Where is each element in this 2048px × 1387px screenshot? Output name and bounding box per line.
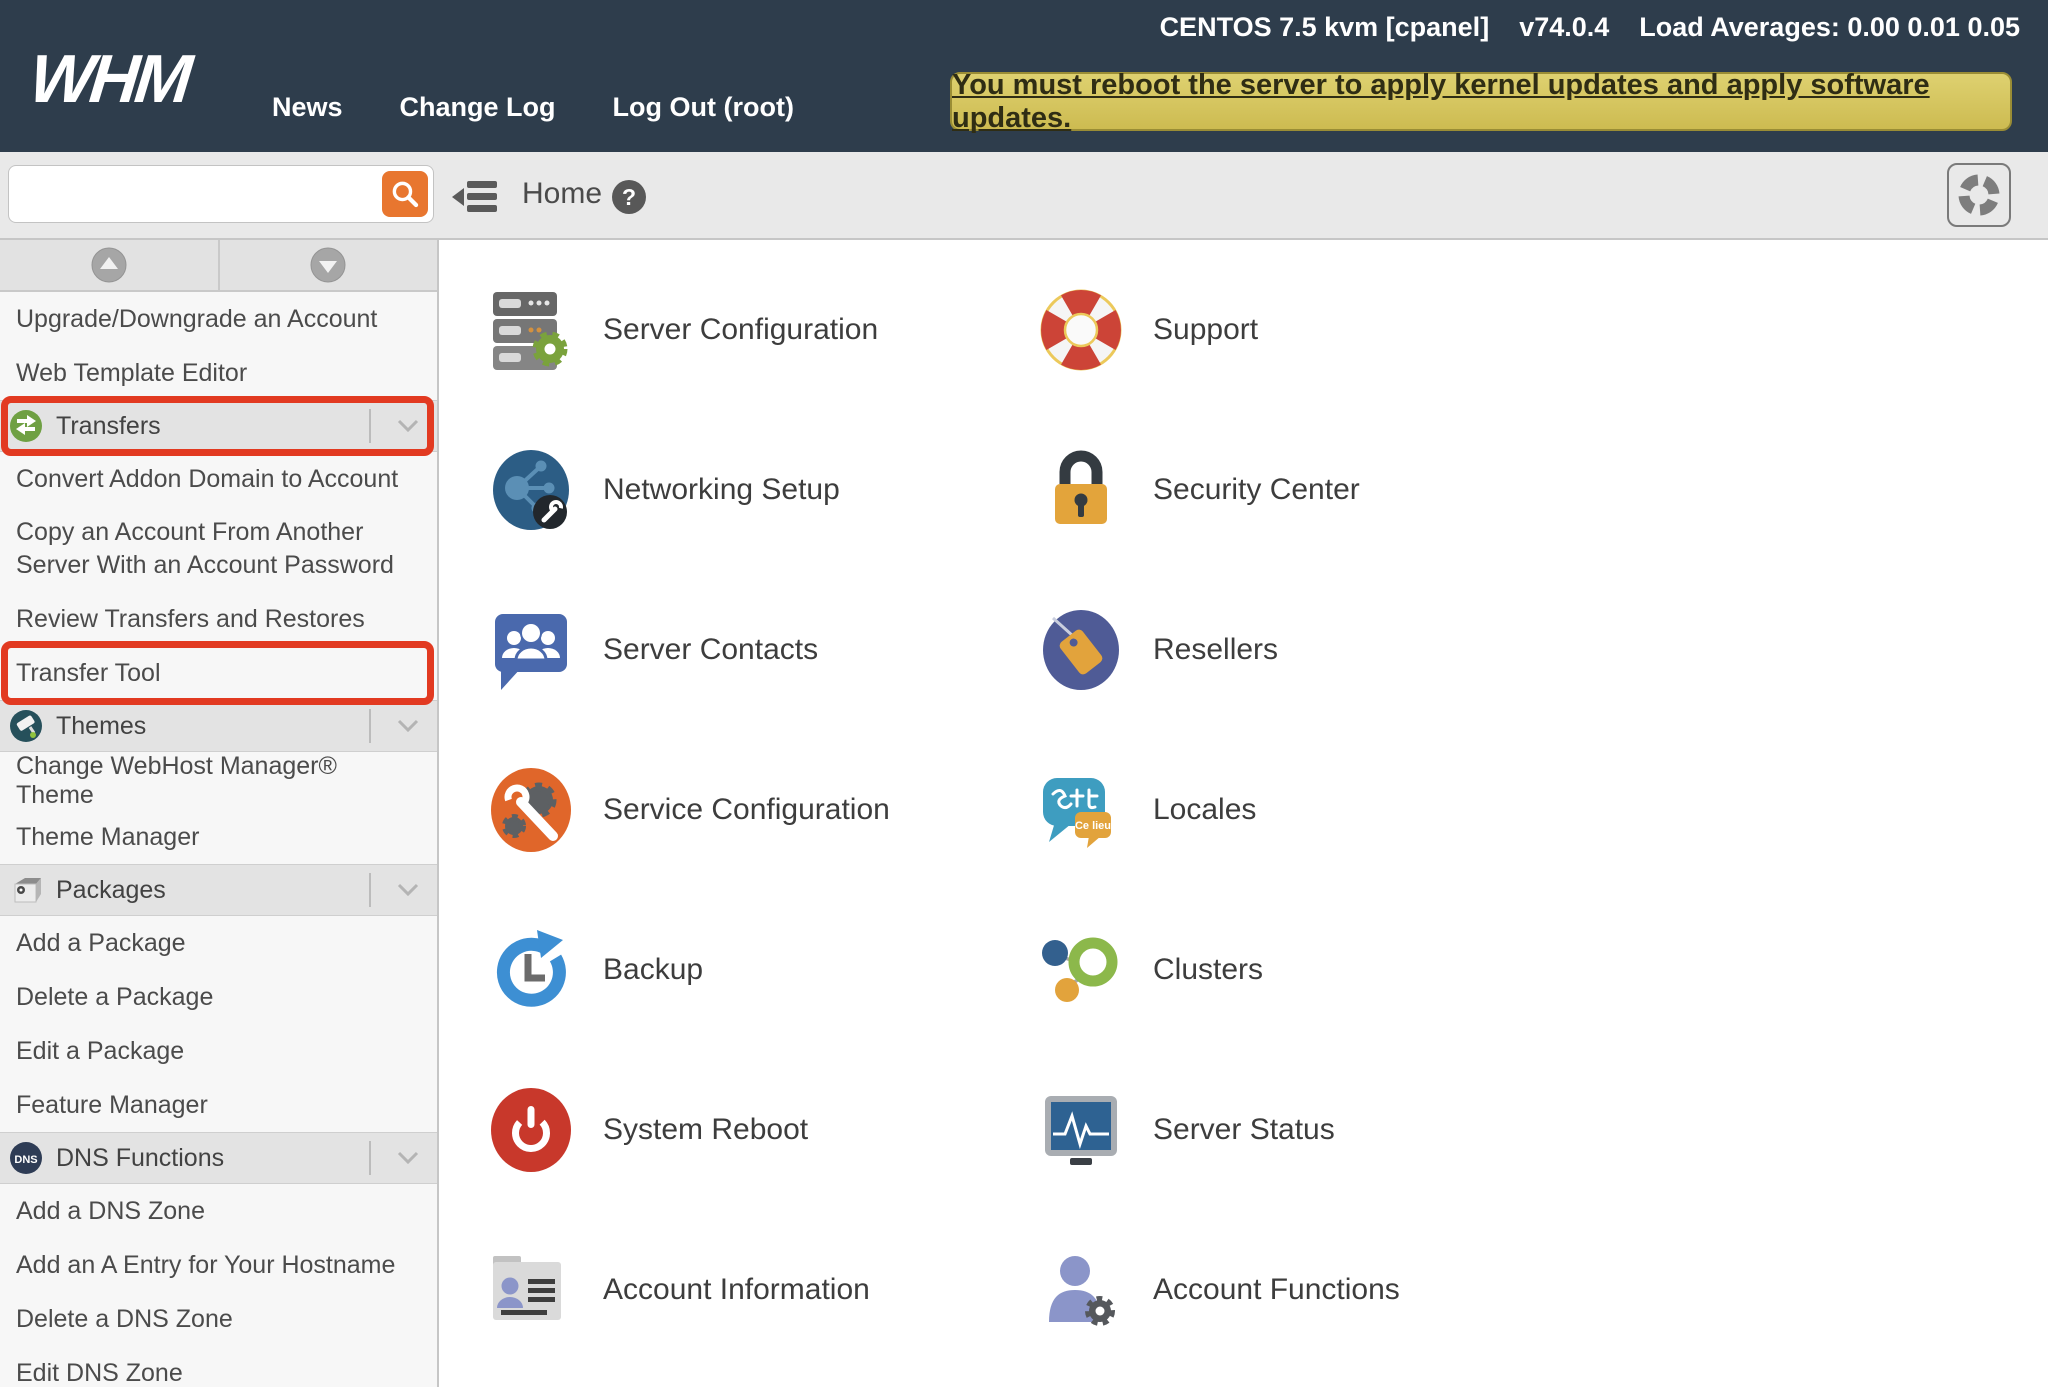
sidebar-item-delete-a-dns-zone[interactable]: Delete a DNS Zone [0,1292,437,1346]
scroll-up-button[interactable] [0,240,220,290]
sidebar-item-add-a-dns-zone[interactable]: Add a DNS Zone [0,1184,437,1238]
server-status-line: CENTOS 7.5 kvm [cpanel] v74.0.4 Load Ave… [1160,12,2020,43]
collapse-sidebar-icon[interactable] [452,179,500,220]
tile-support[interactable]: Support [1037,286,1258,374]
scroll-down-button[interactable] [219,240,437,290]
sidebar-item-change-whm-theme[interactable]: Change WebHost Manager® Theme [0,752,437,810]
system-reboot-icon [487,1086,575,1174]
arrow-up-icon [91,247,127,283]
breadcrumb-home[interactable]: Home [522,177,602,211]
account-information-icon [487,1246,575,1334]
nav-log-out[interactable]: Log Out (root) [613,92,794,123]
security-center-icon [1037,446,1125,534]
sidebar-item-web-template-editor[interactable]: Web Template Editor [0,346,437,400]
sidebar-group-themes[interactable]: Themes [0,700,437,752]
search-button[interactable] [382,171,428,217]
whm-logo[interactable]: WHM [26,40,192,118]
resellers-icon [1037,606,1125,694]
search-input[interactable] [9,166,379,222]
chevron-down-icon[interactable] [397,1151,419,1165]
sidebar-item-edit-dns-zone[interactable]: Edit DNS Zone [0,1346,437,1387]
server-configuration-icon [487,286,575,374]
sidebar-item-copy-account[interactable]: Copy an Account From Another Server With… [0,506,437,592]
account-functions-icon [1037,1246,1125,1334]
sidebar-item-review-transfers[interactable]: Review Transfers and Restores [0,592,437,646]
help-icon[interactable]: ? [612,180,646,214]
support-icon [1037,286,1125,374]
tile-backup[interactable]: Backup [487,926,703,1014]
reboot-warning-banner[interactable]: You must reboot the server to apply kern… [950,69,2012,134]
backup-icon [487,926,575,1014]
arrow-down-icon [310,247,346,283]
divider [369,1141,371,1175]
search-icon [392,181,419,208]
support-lifebuoy-button[interactable] [1947,163,2011,227]
tile-account-information[interactable]: Account Information [487,1246,870,1334]
tile-account-functions[interactable]: Account Functions [1037,1246,1400,1334]
tile-networking-setup[interactable]: Networking Setup [487,446,840,534]
sidebar-item-add-a-package[interactable]: Add a Package [0,916,437,970]
status-host: CENTOS 7.5 kvm [cpanel] [1159,12,1490,42]
sidebar-group-transfers[interactable]: Transfers [0,396,437,456]
dns-icon: DNS [10,1142,42,1174]
themes-icon [10,710,42,742]
divider [369,409,371,443]
sidebar-scroll-controls [0,240,437,292]
sidebar-item-transfer-tool[interactable]: Transfer Tool [0,641,437,705]
sidebar-item-edit-a-package[interactable]: Edit a Package [0,1024,437,1078]
divider [369,709,371,743]
svg-text:Ce lieu: Ce lieu [1075,820,1111,832]
tile-resellers[interactable]: Resellers [1037,606,1278,694]
sidebar-item-add-a-entry-hostname[interactable]: Add an A Entry for Your Hostname [0,1238,437,1292]
packages-icon [10,874,42,906]
nav-change-log[interactable]: Change Log [400,92,556,123]
tile-server-status[interactable]: Server Status [1037,1086,1335,1174]
networking-setup-icon [487,446,575,534]
header-nav: News Change Log Log Out (root) [272,92,794,123]
sidebar: Upgrade/Downgrade an Account Web Templat… [0,240,439,1387]
sidebar-item-delete-a-package[interactable]: Delete a Package [0,970,437,1024]
chevron-down-icon[interactable] [397,719,419,733]
main-content: Server Configuration Support Networking … [441,240,2048,1387]
sidebar-item-upgrade-downgrade-account[interactable]: Upgrade/Downgrade an Account [0,292,437,346]
tile-security-center[interactable]: Security Center [1037,446,1360,534]
svg-text:DNS: DNS [14,1154,37,1166]
service-configuration-icon [487,766,575,854]
sidebar-group-packages[interactable]: Packages [0,864,437,916]
server-contacts-icon [487,606,575,694]
sidebar-group-dns-functions[interactable]: DNS DNS Functions [0,1132,437,1184]
divider [369,873,371,907]
transfers-icon [10,410,42,442]
chevron-down-icon[interactable] [397,883,419,897]
chevron-down-icon[interactable] [397,419,419,433]
tile-server-contacts[interactable]: Server Contacts [487,606,818,694]
server-status-icon [1037,1086,1125,1174]
status-version: v74.0.4 [1519,12,1610,42]
nav-news[interactable]: News [272,92,343,123]
search-box [8,165,434,223]
sidebar-item-feature-manager[interactable]: Feature Manager [0,1078,437,1132]
lifebuoy-icon [1958,174,2000,216]
tile-server-configuration[interactable]: Server Configuration [487,286,878,374]
tile-service-configuration[interactable]: Service Configuration [487,766,890,854]
sidebar-item-theme-manager[interactable]: Theme Manager [0,810,437,864]
breadcrumb-toolbar: Home ? [0,152,2048,240]
top-header-bar: WHM News Change Log Log Out (root) CENTO… [0,0,2048,152]
tile-locales[interactable]: Ce lieu Locales [1037,766,1256,854]
tile-clusters[interactable]: Clusters [1037,926,1263,1014]
tile-system-reboot[interactable]: System Reboot [487,1086,808,1174]
locales-icon: Ce lieu [1037,766,1125,854]
sidebar-item-convert-addon-domain[interactable]: Convert Addon Domain to Account [0,452,437,506]
status-load-averages: Load Averages: 0.00 0.01 0.05 [1639,12,2020,42]
clusters-icon [1037,926,1125,1014]
